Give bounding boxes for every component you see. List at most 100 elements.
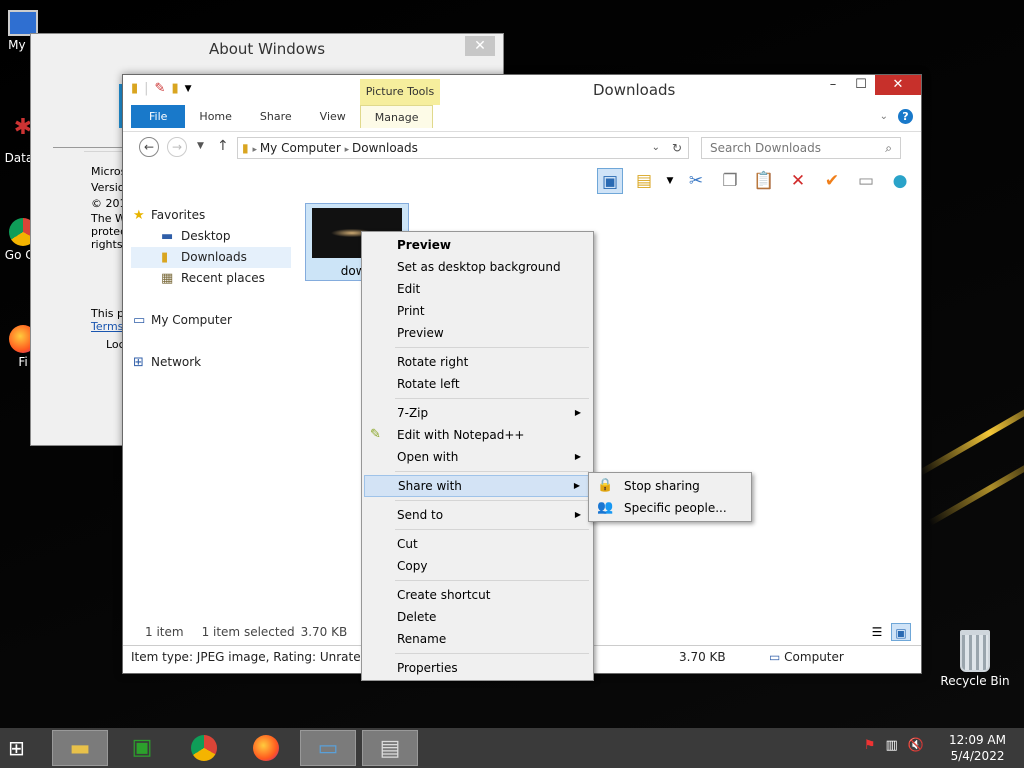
nav-desktop[interactable]: ▬ Desktop [131, 226, 291, 247]
system-tray: ⚑ ▥ 🔇 [864, 738, 924, 753]
refresh-icon[interactable]: ↻ [672, 138, 682, 158]
preview-pane-icon[interactable]: ▣ [597, 168, 623, 194]
menu-item-7zip[interactable]: 7-Zip ▶ [364, 402, 591, 424]
copy-icon[interactable]: ❐ [717, 168, 743, 194]
desktop-icon: ▬ [161, 229, 174, 244]
menu-item-cut[interactable]: Cut [364, 533, 591, 555]
breadcrumb-my-computer[interactable]: My Computer [260, 141, 341, 155]
address-bar[interactable]: ▮ ▸ My Computer ▸ Downloads ⌄ ↻ [237, 137, 689, 159]
menu-item-send-to[interactable]: Send to ▶ [364, 504, 591, 526]
folder-icon[interactable]: ▮ [131, 81, 138, 96]
nav-my-computer[interactable]: ▭ My Computer [131, 310, 291, 331]
tab-manage[interactable]: Manage [359, 105, 434, 128]
large-icons-view-icon[interactable]: ▣ [891, 623, 911, 641]
dropdown-icon[interactable]: ▼ [185, 84, 192, 94]
delete-icon[interactable]: ✕ [785, 168, 811, 194]
menu-item-open-with[interactable]: Open with ▶ [364, 446, 591, 468]
menu-item-set-desktop-background[interactable]: Set as desktop background [364, 256, 591, 278]
taskbar-chrome[interactable] [176, 730, 232, 766]
close-icon: ✕ [474, 38, 486, 54]
menu-item-edit-with-notepad[interactable]: ✎ Edit with Notepad++ [364, 424, 591, 446]
tab-view[interactable]: View [306, 105, 360, 128]
submenu-arrow-icon: ▶ [574, 452, 581, 461]
dropdown-icon[interactable]: ▼ [665, 168, 675, 194]
taskbar-store[interactable]: ▣ [114, 730, 170, 766]
recent-locations-icon[interactable]: ▼ [197, 141, 204, 151]
new-folder-icon[interactable]: ▮ [171, 81, 178, 96]
menu-item-print[interactable]: Print [364, 300, 591, 322]
help-icon[interactable]: ? [898, 109, 913, 124]
desktop-icon-recycle-bin[interactable]: Recycle Bin [940, 630, 1010, 688]
volume-muted-icon[interactable]: 🔇 [908, 738, 924, 753]
menu-item-edit[interactable]: Edit [364, 278, 591, 300]
taskbar-firefox[interactable] [238, 730, 294, 766]
nav-downloads[interactable]: ▮ Downloads [131, 247, 291, 268]
menu-item-rotate-left[interactable]: Rotate left [364, 373, 591, 395]
nav-network[interactable]: ⊞ Network [131, 352, 291, 373]
network-icon: ⊞ [133, 355, 144, 370]
menu-separator [364, 468, 591, 475]
minimize-button[interactable]: – [819, 75, 847, 95]
menu-item-specific-people[interactable]: 👥 Specific people... [591, 497, 749, 519]
notepad-icon: ✎ [370, 427, 381, 442]
maximize-button[interactable]: ☐ [847, 75, 875, 95]
forward-button[interactable]: → [167, 137, 187, 157]
menu-item-copy[interactable]: Copy [364, 555, 591, 577]
menu-item-preview-default[interactable]: Preview [364, 234, 591, 256]
address-row: ← → ▼ ↑ ▮ ▸ My Computer ▸ Downloads ⌄ ↻ … [123, 131, 921, 161]
properties-folder-icon[interactable]: ▤ [631, 168, 657, 194]
forward-arrow-icon: → [171, 140, 183, 154]
submenu-arrow-icon: ▶ [574, 510, 581, 519]
taskbar-about-windows[interactable]: ▤ [362, 730, 418, 766]
menu-item-rotate-right[interactable]: Rotate right [364, 351, 591, 373]
taskbar-file-explorer[interactable]: ▬ [52, 730, 108, 766]
title-bar: ▮ | ✎ ▮ ▼ Picture Tools Downloads – ☐ ✕ … [123, 75, 921, 128]
context-menu: Preview Set as desktop background Edit P… [361, 231, 594, 681]
paste-icon[interactable]: 📋 [751, 168, 777, 194]
back-button[interactable]: ← [139, 137, 159, 157]
action-center-icon[interactable]: ⚑ [864, 738, 876, 753]
tab-home[interactable]: Home [185, 105, 245, 128]
start-button[interactable]: ⊞ [8, 736, 38, 760]
computer-icon: ▭ [133, 313, 146, 328]
command-toolbar: ▣ ▤ ▼ ✂ ❐ 📋 ✕ ✔ ▭ ● [123, 165, 921, 197]
rename-icon[interactable]: ▭ [853, 168, 879, 194]
menu-item-delete[interactable]: Delete [364, 606, 591, 628]
caption-buttons: – ☐ ✕ [819, 75, 921, 95]
lock-icon: 🔒 [597, 478, 614, 493]
address-dropdown-icon[interactable]: ⌄ [652, 138, 660, 158]
window-icon: ▤ [379, 736, 401, 761]
menu-separator [364, 395, 591, 402]
taskbar: ⊞ ▬ ▣ ▭ ▤ ⚑ ▥ 🔇 12:09 AM 5/4/2022 [0, 728, 1024, 768]
properties-icon[interactable]: ✎ [155, 81, 166, 96]
menu-item-create-shortcut[interactable]: Create shortcut [364, 584, 591, 606]
close-button[interactable]: ✕ [875, 75, 921, 95]
menu-item-properties[interactable]: Properties [364, 657, 591, 679]
globe-icon[interactable]: ● [887, 168, 913, 194]
taskbar-photo-viewer[interactable]: ▭ [300, 730, 356, 766]
tab-file[interactable]: File [131, 105, 186, 128]
search-input[interactable]: Search Downloads ⌕ [701, 137, 901, 159]
network-icon[interactable]: ▥ [886, 738, 898, 753]
downloads-folder-icon: ▮ [161, 250, 169, 265]
menu-item-share-with[interactable]: Share with ▶ [364, 475, 591, 497]
details-view-icon[interactable]: ☰ [867, 623, 887, 641]
menu-item-preview[interactable]: Preview [364, 322, 591, 344]
about-close-button[interactable]: ✕ [465, 36, 495, 56]
breadcrumb-downloads[interactable]: Downloads [352, 141, 418, 155]
nav-favorites[interactable]: ★ Favorites [131, 205, 291, 226]
checkmark-icon[interactable]: ✔ [819, 168, 845, 194]
menu-item-rename[interactable]: Rename [364, 628, 591, 650]
about-divider [53, 147, 133, 154]
windows-logo-icon: ⊞ [8, 736, 25, 760]
navigation-pane: ★ Favorites ▬ Desktop ▮ Downloads ▦ Rece… [131, 205, 291, 373]
expand-ribbon-icon[interactable]: ⌄ [880, 111, 888, 122]
nav-recent-places[interactable]: ▦ Recent places [131, 268, 291, 289]
menu-item-stop-sharing[interactable]: 🔒 Stop sharing [591, 475, 749, 497]
status-bar: 1 item 1 item selected 3.70 KB [145, 625, 348, 639]
about-title: About Windows [208, 40, 326, 58]
clock[interactable]: 12:09 AM 5/4/2022 [949, 732, 1006, 764]
up-arrow-icon[interactable]: ↑ [217, 138, 229, 154]
cut-icon[interactable]: ✂ [683, 168, 709, 194]
tab-share[interactable]: Share [246, 105, 306, 128]
